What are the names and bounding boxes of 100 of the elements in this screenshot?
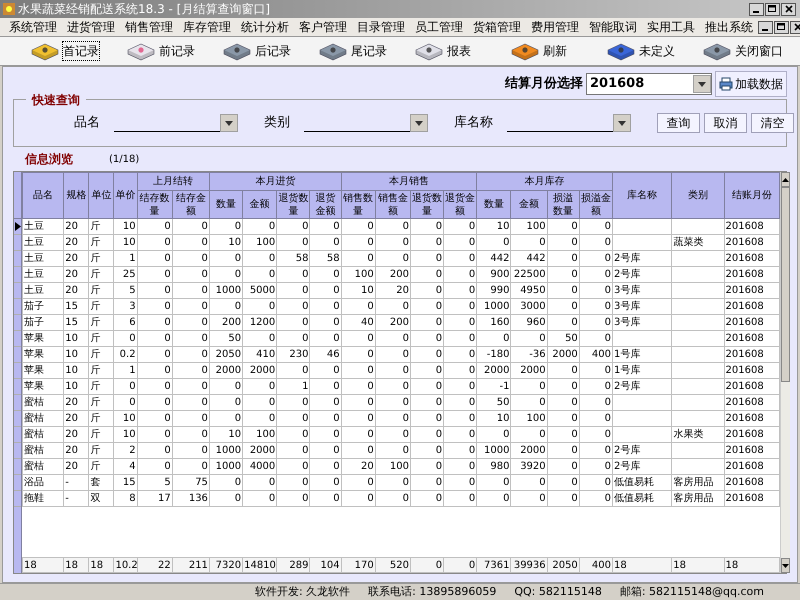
table-cell: 0 — [510, 330, 548, 346]
table-cell: 1000 — [209, 282, 243, 298]
table-cell: 3920 — [510, 458, 548, 474]
menu-item[interactable]: 员工管理 — [410, 18, 468, 36]
minimize-button[interactable] — [749, 2, 764, 16]
table-cell: 6 — [114, 314, 138, 330]
menu-item[interactable]: 系统管理 — [4, 18, 62, 36]
table-cell: 2000 — [510, 362, 548, 378]
table-cell — [672, 346, 724, 362]
table-cell: 0 — [410, 346, 444, 362]
table-cell: 0 — [510, 426, 548, 442]
table-cell: 0 — [341, 250, 376, 266]
dropdown-button[interactable] — [220, 114, 238, 132]
dropdown-button[interactable] — [410, 114, 428, 132]
menu-item[interactable]: 目录管理 — [352, 18, 410, 36]
menu-item[interactable]: 库存管理 — [178, 18, 236, 36]
table-cell: 0 — [172, 410, 210, 426]
menu-item[interactable]: 进货管理 — [62, 18, 120, 36]
table-cell: 230 — [276, 346, 310, 362]
table-cell: 水果类 — [672, 426, 724, 442]
select-field[interactable] — [114, 114, 238, 132]
toolbar-button[interactable]: 前记录 — [126, 41, 222, 61]
total-cell: 22 — [137, 558, 172, 572]
vertical-scrollbar[interactable] — [780, 172, 790, 573]
toolbar-button[interactable]: 后记录 — [222, 41, 318, 61]
table-cell: 0 — [410, 330, 444, 346]
month-select[interactable]: 201608 — [586, 73, 712, 95]
table-cell: 46 — [310, 346, 342, 362]
minimize-button[interactable] — [758, 20, 773, 34]
menu-item[interactable]: 统计分析 — [236, 18, 294, 36]
table-cell: 0 — [172, 266, 210, 282]
toolbar-button[interactable]: 未定义 — [606, 41, 702, 61]
dropdown-button[interactable] — [693, 75, 711, 93]
table-cell: 990 — [476, 282, 511, 298]
maximize-button[interactable] — [765, 2, 780, 16]
close-button[interactable] — [781, 2, 796, 16]
table-cell: 0 — [375, 362, 410, 378]
select-field[interactable] — [304, 114, 428, 132]
menu-item[interactable]: 实用工具 — [642, 18, 700, 36]
table-cell: 10 — [114, 426, 138, 442]
table-cell: 400 — [579, 346, 612, 362]
column-header: 本月库存 — [476, 172, 612, 190]
table-cell: 0 — [242, 490, 277, 506]
table-cell: 15 — [114, 474, 138, 490]
table-cell — [672, 250, 724, 266]
select-field[interactable] — [507, 114, 631, 132]
table-cell: 0 — [375, 442, 410, 458]
dropdown-button[interactable] — [613, 114, 631, 132]
table-cell: 1号库 — [612, 362, 672, 378]
table-cell — [672, 282, 724, 298]
column-header: 单价 — [114, 172, 138, 218]
column-header: 数量 — [209, 190, 243, 218]
total-cell: 18 — [64, 558, 89, 572]
toolbar-button[interactable]: 尾记录 — [318, 41, 414, 61]
column-header: 品名 — [22, 172, 64, 218]
table-cell: 0 — [310, 458, 342, 474]
table-cell — [672, 314, 724, 330]
table-cell: 0 — [579, 474, 612, 490]
table-cell: 0 — [579, 330, 612, 346]
table-cell: - — [64, 490, 89, 506]
table-cell: 土豆 — [22, 250, 64, 266]
load-data-button[interactable]: 加载数据 — [715, 71, 787, 97]
table-cell: 0 — [341, 330, 376, 346]
table-cell: 斤 — [88, 394, 114, 410]
table-cell: 3000 — [510, 298, 548, 314]
table-cell: 0 — [137, 410, 172, 426]
table-cell: 0.2 — [114, 346, 138, 362]
table-cell: 0 — [476, 234, 511, 250]
table-cell: 客房用品 — [672, 490, 724, 506]
query-button[interactable]: 查询 — [657, 113, 700, 133]
table-cell: 0 — [276, 298, 310, 314]
menu-item[interactable]: 销售管理 — [120, 18, 178, 36]
table-cell: 土豆 — [22, 234, 64, 250]
table-cell: 斤 — [88, 298, 114, 314]
restore-button[interactable] — [774, 20, 789, 34]
table-cell: 0 — [137, 378, 172, 394]
toolbar-button[interactable]: 关闭窗口 — [702, 41, 798, 61]
toolbar-button[interactable]: 报表 — [414, 41, 510, 61]
table-cell: 0 — [276, 218, 310, 234]
caret-icon — [415, 120, 423, 126]
menu-item[interactable]: 智能取词 — [584, 18, 642, 36]
table-cell: 10 — [114, 410, 138, 426]
menu-item[interactable]: 推出系统 — [700, 18, 758, 36]
query-button[interactable]: 清空 — [751, 113, 794, 133]
table-cell: 0 — [444, 282, 477, 298]
table-cell: 0 — [341, 474, 376, 490]
table-cell: 斤 — [88, 362, 114, 378]
total-cell: 14810 — [242, 558, 277, 572]
menu-item[interactable]: 货箱管理 — [468, 18, 526, 36]
toolbar-button[interactable]: 刷新 — [510, 41, 606, 61]
query-button[interactable]: 取消 — [704, 113, 747, 133]
table-cell: 0 — [410, 442, 444, 458]
table-cell: 2000 — [510, 442, 548, 458]
menu-item[interactable]: 费用管理 — [526, 18, 584, 36]
field-label: 品名 — [74, 114, 100, 132]
menu-item[interactable]: 客户管理 — [294, 18, 352, 36]
table-cell: 客房用品 — [672, 474, 724, 490]
total-cell: 7320 — [209, 558, 243, 572]
table-cell: 0 — [410, 490, 444, 506]
toolbar-button[interactable]: 首记录 — [30, 41, 126, 61]
